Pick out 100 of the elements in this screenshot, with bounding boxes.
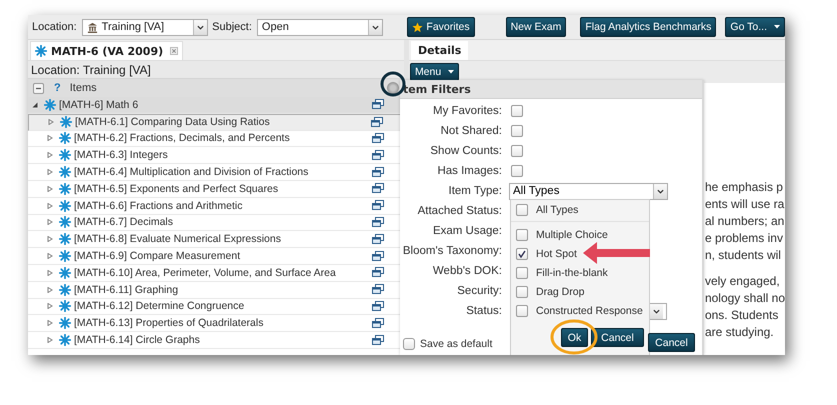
expand-triangle-icon[interactable] (47, 303, 53, 310)
expand-triangle-icon[interactable] (47, 152, 53, 158)
popout-icon[interactable] (372, 267, 384, 278)
popout-icon[interactable] (372, 216, 384, 228)
filter-label: Status: (465, 305, 503, 317)
toolbar-button[interactable]: Go To... (725, 17, 785, 37)
filter-label: Webb's DOK: (432, 265, 503, 277)
popout-icon[interactable] (372, 284, 384, 296)
checkbox[interactable] (516, 248, 528, 260)
expand-triangle-icon[interactable] (47, 135, 53, 142)
filter-label: Security: (456, 285, 503, 297)
subject-label: Subject: (212, 21, 252, 33)
details-tab[interactable]: Details (410, 41, 468, 60)
checkbox[interactable] (516, 286, 528, 298)
checkbox[interactable] (511, 145, 523, 157)
highlight-circle (380, 72, 406, 96)
settings-button[interactable] (386, 82, 399, 94)
checkbox[interactable] (403, 338, 415, 350)
caret-icon (774, 25, 780, 29)
dropdown-option[interactable]: Fill-in-the-blank (511, 263, 649, 282)
starburst-icon (59, 317, 71, 330)
starburst-icon (59, 266, 71, 279)
filter-label: Bloom's Taxonomy: (402, 245, 503, 257)
filter-label: Exam Usage: (432, 225, 503, 237)
toolbar-button[interactable]: Favorites (407, 17, 475, 37)
starburst-icon (59, 166, 71, 178)
expand-triangle-icon[interactable] (47, 270, 53, 276)
starburst-icon (35, 45, 47, 57)
expand-triangle-icon[interactable] (47, 320, 53, 326)
cancel-button[interactable]: Cancel (648, 333, 695, 352)
collapse-icon[interactable] (33, 82, 44, 94)
caret-icon (653, 308, 660, 314)
popout-icon[interactable] (370, 116, 383, 128)
description-text: nology shall no (704, 290, 785, 307)
popout-icon[interactable] (372, 318, 384, 329)
expand-triangle-icon[interactable] (47, 186, 53, 192)
dropdown-option[interactable]: Constructed Response (511, 301, 649, 320)
subject-select[interactable]: Open (256, 18, 384, 36)
checkbox[interactable] (516, 304, 528, 316)
checkbox[interactable] (511, 125, 523, 137)
expand-triangle-icon[interactable] (47, 236, 53, 242)
collapse-triangle-icon[interactable] (32, 102, 38, 108)
popout-icon[interactable] (372, 300, 384, 312)
checkbox[interactable] (516, 228, 528, 240)
popout-icon[interactable] (372, 334, 384, 346)
caret-icon (372, 24, 380, 30)
help-link[interactable]: ? (54, 82, 61, 94)
cancel-button[interactable]: Cancel (591, 328, 644, 347)
expand-triangle-icon[interactable] (47, 337, 53, 344)
popout-icon[interactable] (372, 183, 384, 194)
dropdown-option[interactable]: Hot Spot (511, 244, 649, 263)
checkbox[interactable] (516, 204, 528, 216)
filter-label: Not Shared: (440, 125, 503, 137)
menu-button[interactable]: Menu (410, 63, 460, 81)
filter-label: Show Counts: (429, 145, 503, 157)
close-icon[interactable] (170, 47, 178, 55)
filter-label: My Favorites: (432, 105, 503, 117)
dropdown-option[interactable]: All Types (511, 200, 649, 219)
document-tab[interactable]: MATH-6 (VA 2009) (30, 41, 184, 60)
starburst-icon (59, 334, 71, 346)
expand-triangle-icon[interactable] (47, 219, 53, 226)
description-text: he emphasis p (704, 179, 784, 196)
popout-icon[interactable] (372, 150, 384, 161)
popout-icon[interactable] (372, 99, 384, 110)
starburst-icon (59, 216, 71, 228)
starburst-icon (59, 233, 71, 246)
popout-icon[interactable] (372, 200, 384, 212)
popout-icon[interactable] (372, 234, 384, 245)
description-text: ents will use ra (704, 196, 785, 213)
expand-triangle-icon[interactable] (48, 119, 54, 126)
expand-triangle-icon[interactable] (47, 169, 53, 176)
popout-icon[interactable] (372, 132, 384, 144)
panel-title: tem Filters (403, 82, 471, 96)
highlight-circle (550, 320, 598, 354)
popout-icon[interactable] (372, 250, 384, 262)
caret-icon (197, 24, 204, 30)
checkbox[interactable] (511, 105, 523, 117)
filter-label: Has Images: (436, 165, 503, 177)
save-default-label: Save as default (420, 338, 492, 350)
toolbar-button[interactable]: New Exam (506, 17, 566, 37)
starburst-icon (44, 98, 56, 111)
toolbar-button[interactable]: Flag Analytics Benchmarks (580, 17, 716, 37)
dropdown-option[interactable]: Multiple Choice (511, 225, 649, 244)
description-text: are studying. (704, 324, 775, 341)
location-text: Location: Training [VA] (31, 62, 151, 76)
expand-triangle-icon[interactable] (47, 253, 53, 260)
caret-icon (657, 188, 664, 194)
expand-triangle-icon[interactable] (47, 202, 53, 209)
checkbox[interactable] (516, 266, 528, 278)
dropdown-option[interactable]: Drag Drop (511, 282, 649, 301)
location-select[interactable]: Training [VA] (82, 18, 208, 36)
expand-triangle-icon[interactable] (47, 286, 53, 293)
arrow-icon (583, 242, 650, 264)
caret-icon (448, 70, 454, 74)
ok-button[interactable]: Ok (561, 328, 588, 347)
popout-icon[interactable] (372, 166, 384, 178)
checkbox[interactable] (511, 165, 523, 177)
location-label: Location: (32, 21, 77, 33)
starburst-icon (59, 182, 71, 195)
starburst-icon (59, 250, 71, 262)
